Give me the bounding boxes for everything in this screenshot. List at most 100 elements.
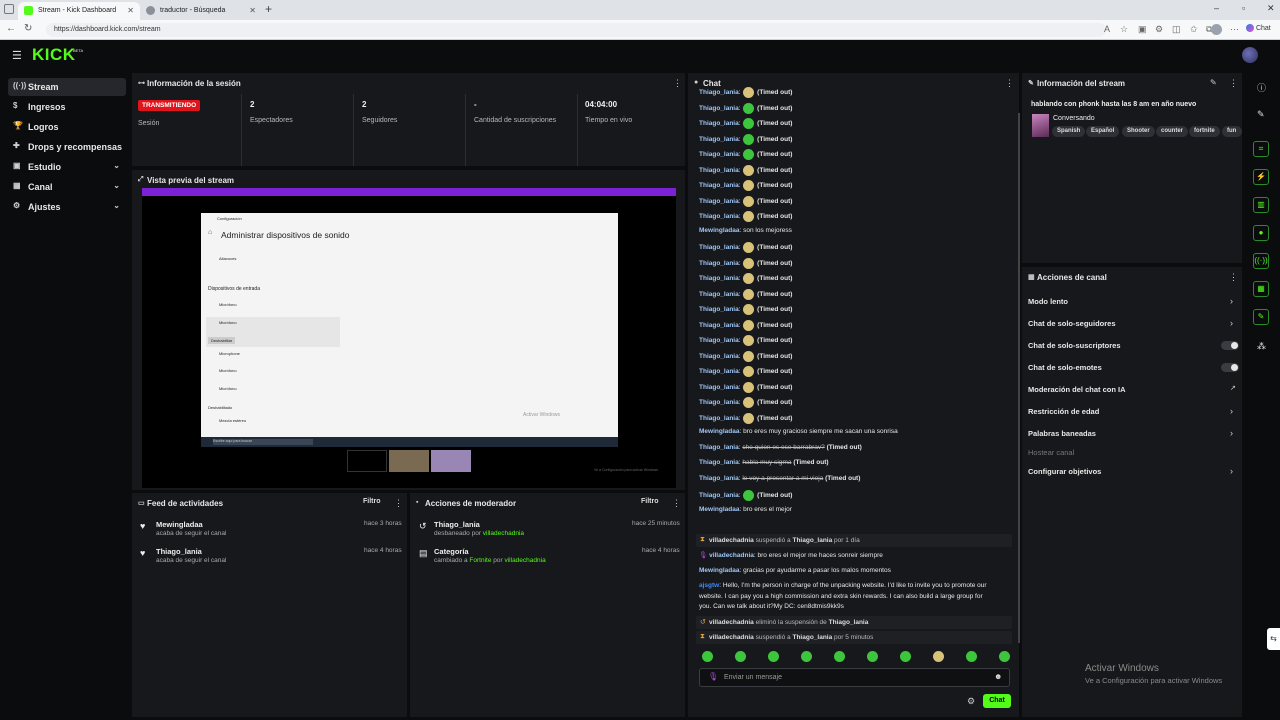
chat-emote[interactable] — [743, 180, 755, 191]
url-field[interactable]: https://dashboard.kick.com/stream — [46, 23, 1106, 37]
refresh-icon[interactable]: ↻ — [24, 23, 32, 34]
filter-button[interactable]: Filtro — [363, 498, 381, 505]
category-name[interactable]: Conversando — [1053, 115, 1095, 122]
chat-username[interactable]: Thiago_lania — [699, 120, 739, 127]
stream-tag[interactable]: Spanish — [1052, 126, 1086, 137]
emote-button[interactable] — [801, 651, 812, 662]
chat-username[interactable]: Thiago_lania — [699, 399, 739, 406]
chat-username[interactable]: villadechadnia — [709, 552, 754, 559]
minimize-icon[interactable]: – — [1214, 3, 1219, 13]
chat-emote[interactable] — [743, 350, 755, 362]
more-options-icon[interactable]: ⋮ — [1229, 272, 1238, 283]
moderator-name[interactable]: villadechadnia — [709, 537, 754, 544]
target-user[interactable]: Thiago_lania — [792, 537, 832, 544]
chat-username[interactable]: Thiago_lania — [699, 151, 739, 158]
clipboard-icon[interactable]: ▥ — [1253, 197, 1269, 213]
read-aloud-icon[interactable]: A — [1104, 24, 1114, 34]
edit-icon[interactable]: ✎ — [1210, 78, 1217, 87]
back-icon[interactable]: ← — [6, 23, 16, 34]
chat-emote[interactable] — [743, 288, 755, 300]
pencil-icon[interactable]: ✎ — [1257, 109, 1265, 120]
age-restriction-item[interactable]: Restricción de edad — [1028, 407, 1099, 416]
stream-tag[interactable]: fun — [1222, 126, 1242, 137]
chat-username[interactable]: Thiago_lania — [699, 89, 739, 96]
chat-emote[interactable] — [743, 412, 755, 424]
tab-actions-icon[interactable] — [4, 4, 14, 14]
more-options-icon[interactable]: ⋮ — [673, 78, 682, 89]
favorites-bar-icon[interactable]: ✩ — [1190, 24, 1200, 34]
subscribers-only-toggle[interactable] — [1221, 341, 1239, 350]
emote-button[interactable] — [867, 651, 878, 662]
more-options-icon[interactable]: ⋮ — [1229, 78, 1238, 89]
stream-tag[interactable]: Español — [1086, 126, 1120, 137]
chat-username[interactable]: Thiago_lania — [699, 244, 739, 251]
target-user[interactable]: Thiago_lania — [829, 619, 869, 626]
chat-emote[interactable] — [743, 273, 755, 284]
emote-button[interactable] — [933, 651, 944, 662]
scene-icon[interactable]: ⌗ — [1253, 141, 1269, 157]
chat-emote[interactable] — [743, 335, 755, 346]
chevron-right-icon[interactable]: › — [1230, 428, 1233, 438]
chat-username[interactable]: ajsgtw — [699, 582, 719, 589]
maximize-icon[interactable]: ▫ — [1242, 3, 1245, 13]
emote-button[interactable] — [900, 651, 911, 662]
chat-username[interactable]: Thiago_lania — [699, 213, 739, 220]
chat-username[interactable]: Thiago_lania — [699, 337, 739, 344]
chat-emote[interactable] — [743, 211, 755, 222]
chat-emote[interactable] — [743, 319, 755, 331]
moderator-name[interactable]: villadechadnia — [483, 530, 524, 537]
filter-button[interactable]: Filtro — [641, 498, 659, 505]
settings-icon[interactable]: ⚙ — [1155, 24, 1165, 34]
chat-username[interactable]: Thiago_lania — [699, 198, 739, 205]
chevron-right-icon[interactable]: › — [1230, 406, 1233, 416]
chat-username[interactable]: Thiago_lania — [699, 136, 739, 143]
follower-name[interactable]: Mewingladaa — [156, 520, 203, 529]
tab-kick-dashboard[interactable]: Stream - Kick Dashboard ✕ — [18, 2, 140, 20]
user-avatar[interactable] — [1242, 47, 1258, 63]
sidebar-item-drops[interactable]: ✚ Drops y recompensas — [8, 138, 126, 156]
broadcast-icon[interactable]: ((·)) — [1253, 253, 1269, 269]
stream-video[interactable]: Configuración ⌂ Administrar dispositivos… — [142, 188, 676, 488]
chat-username[interactable]: Thiago_lania — [699, 105, 739, 112]
banned-words-item[interactable]: Palabras baneadas — [1028, 429, 1096, 438]
chat-emote[interactable] — [743, 149, 755, 160]
emote-button[interactable] — [768, 651, 779, 662]
sidebar-item-ingresos[interactable]: $ Ingresos — [8, 98, 126, 116]
sidebar-item-stream[interactable]: ((·)) Stream — [8, 78, 126, 96]
slow-mode-item[interactable]: Modo lento — [1028, 297, 1068, 306]
tab-search[interactable]: traductor - Búsqueda ✕ — [140, 2, 262, 20]
chat-emote[interactable] — [743, 366, 755, 377]
chat-emote[interactable] — [743, 87, 755, 98]
lightning-icon[interactable]: ⚡ — [1253, 169, 1269, 185]
chat-bubble-icon[interactable]: ● — [1253, 225, 1269, 241]
chat-username[interactable]: Thiago_lania — [699, 475, 739, 482]
chevron-right-icon[interactable]: › — [1230, 296, 1233, 306]
chat-username[interactable]: Thiago_lania — [699, 384, 739, 391]
new-tab-icon[interactable]: + — [265, 2, 272, 16]
favorite-icon[interactable]: ☆ — [1120, 24, 1130, 34]
chat-username[interactable]: Thiago_lania — [699, 353, 739, 360]
profile-avatar[interactable] — [1211, 24, 1222, 35]
configure-goals-item[interactable]: Configurar objetivos — [1028, 467, 1101, 476]
external-link-icon[interactable]: ↗ — [1230, 384, 1236, 392]
emote-button[interactable] — [834, 651, 845, 662]
emotes-only-toggle[interactable] — [1221, 363, 1239, 372]
emote-button[interactable] — [966, 651, 977, 662]
more-options-icon[interactable]: ⋮ — [394, 498, 403, 509]
chat-emote[interactable] — [743, 397, 755, 408]
stream-tag[interactable]: Shooter — [1122, 126, 1155, 137]
sidebar-item-canal[interactable]: ▦ Canal ⌄ — [8, 178, 126, 196]
chat-emote[interactable] — [743, 304, 755, 315]
chat-emote[interactable] — [743, 133, 755, 145]
mod-action-title[interactable]: Categoría — [434, 547, 469, 556]
send-chat-button[interactable]: Chat — [983, 694, 1011, 708]
community-icon[interactable]: ⁂ — [1257, 341, 1266, 352]
chat-username[interactable]: Mewingladaa — [699, 428, 739, 435]
followers-only-item[interactable]: Chat de solo-seguidores — [1028, 319, 1116, 328]
grid-icon[interactable]: ▦ — [1253, 281, 1269, 297]
extension-icon[interactable]: ▣ — [1138, 24, 1148, 34]
kick-logo[interactable]: KICK — [32, 45, 76, 65]
sidebar-item-ajustes[interactable]: ⚙ Ajustes ⌄ — [8, 198, 126, 216]
chat-emote[interactable] — [743, 242, 755, 253]
chat-username[interactable]: Thiago_lania — [699, 415, 739, 422]
